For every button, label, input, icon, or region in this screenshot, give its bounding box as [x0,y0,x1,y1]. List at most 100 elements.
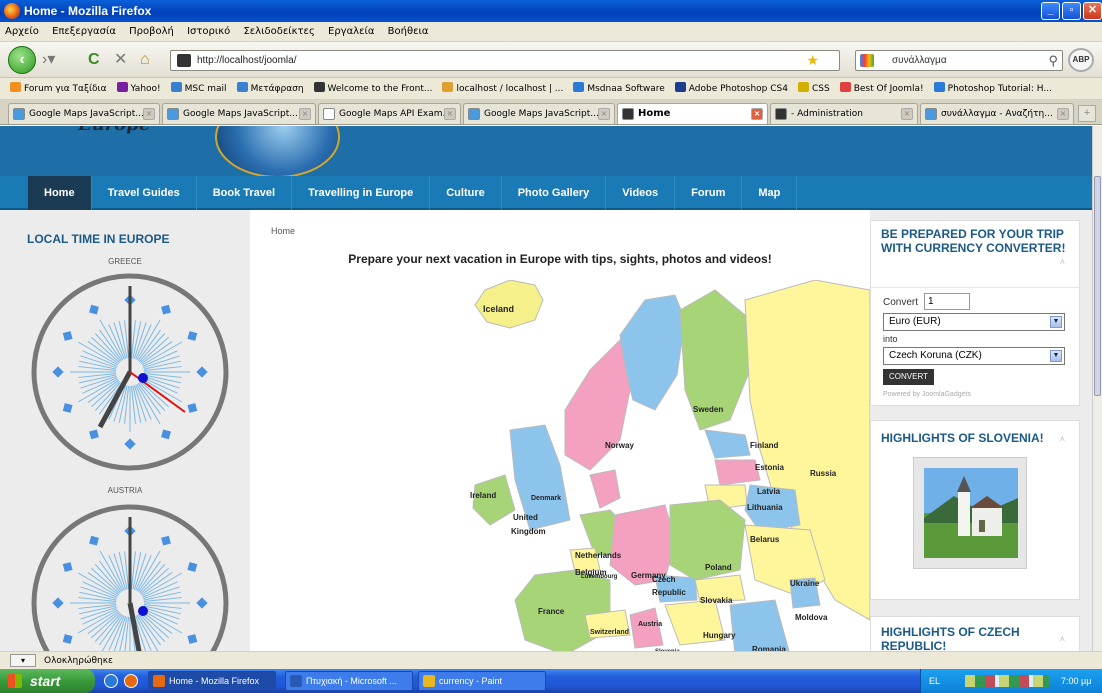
bookmark-item[interactable]: Photoshop Tutorial: H... [929,82,1052,94]
map-label[interactable]: Republic [652,588,686,597]
menu-file[interactable]: Αρχείο [5,26,39,37]
bookmark-item[interactable]: Yahoo! [112,82,161,94]
page-scrollbar[interactable] [1092,126,1102,651]
close-window-button[interactable]: ✕ [1083,2,1102,20]
convert-button[interactable]: CONVERT [883,369,934,385]
slovenia-photo[interactable] [913,457,1027,569]
map-label[interactable]: Moldova [795,613,828,622]
collapse-icon[interactable]: ˄ [1060,634,1065,644]
back-button[interactable]: ‹ [8,46,36,74]
map-label[interactable]: Ukraine [790,579,820,588]
bookmark-item[interactable]: localhost / localhost | ... [437,82,563,94]
map-label[interactable]: Switzerland [590,629,629,636]
nav-item-home[interactable]: Home [28,176,92,210]
menu-bookmarks[interactable]: Σελιδοδείκτες [243,26,314,37]
nav-item-travelling-in-europe[interactable]: Travelling in Europe [292,176,431,210]
bookmark-item[interactable]: Msdnaa Software [568,82,665,94]
chevron-down-icon[interactable]: ▼ [1050,350,1062,362]
maximize-button[interactable]: ▫ [1062,2,1081,20]
stop-icon[interactable]: ✕ [114,51,127,69]
browser-tab[interactable]: συνάλλαγμα - Αναζήτη... × [920,103,1074,124]
language-indicator[interactable]: EL [929,669,940,693]
bookmark-item[interactable]: Adobe Photoshop CS4 [670,82,788,94]
to-currency-select[interactable]: Czech Koruna (CZK) ▼ [883,347,1065,365]
map-label[interactable]: Denmark [531,495,561,502]
scrollbar-thumb[interactable] [1094,176,1101,396]
map-label[interactable]: Kingdom [511,527,546,536]
bookmark-star-icon[interactable]: ★ [806,51,819,70]
close-tab-icon[interactable]: × [1057,108,1069,120]
close-tab-icon[interactable]: × [901,108,913,120]
map-label[interactable]: France [538,607,565,616]
map-label[interactable]: Finland [750,441,779,450]
map-label[interactable]: Norway [605,441,634,450]
map-label[interactable]: Austria [638,621,662,628]
close-tab-icon[interactable]: × [143,108,155,120]
taskbar-item[interactable]: Home - Mozilla Firefox [148,671,276,691]
nav-item-culture[interactable]: Culture [430,176,502,210]
google-icon[interactable] [860,54,874,67]
collapse-icon[interactable]: ˄ [1060,257,1065,267]
map-label[interactable]: Russia [810,469,837,478]
map-label[interactable]: United [513,513,538,522]
close-tab-icon[interactable]: × [751,108,763,120]
europe-map[interactable]: Iceland Sweden Finland Norway Estonia Russia I… [415,280,870,651]
chevron-down-icon[interactable]: ▼ [1050,316,1062,328]
nav-item-forum[interactable]: Forum [675,176,743,210]
bookmark-item[interactable]: Welcome to the Front... [309,82,432,94]
close-tab-icon[interactable]: × [299,108,311,120]
map-label[interactable]: Slovakia [700,596,733,605]
nav-item-photo-gallery[interactable]: Photo Gallery [502,176,607,210]
new-tab-button[interactable]: + [1078,105,1096,122]
menu-edit[interactable]: Επεξεργασία [52,26,116,37]
map-label[interactable]: Netherlands [575,551,622,560]
tray-icons[interactable] [965,675,1049,687]
search-box[interactable]: συνάλλαγμα ⚲ [855,50,1063,71]
bookmark-item[interactable]: Μετάφραση [232,82,304,94]
powered-by-text[interactable]: Powered by JoomlaGadgets [883,391,971,398]
search-icon[interactable]: ⚲ [1048,51,1058,70]
map-label[interactable]: Sweden [693,405,723,414]
start-button[interactable]: start [0,669,95,693]
map-label[interactable]: Estonia [755,463,784,472]
map-label[interactable]: Czech [652,575,676,584]
firefox-quicklaunch-icon[interactable] [124,674,138,688]
map-label[interactable]: Luxembourg [581,574,618,580]
browser-tab[interactable]: Google Maps JavaScript... × [162,103,316,124]
taskbar-item[interactable]: currency - Paint [418,671,546,691]
menu-view[interactable]: Προβολή [129,26,174,37]
close-tab-icon[interactable]: × [598,108,610,120]
forward-button[interactable]: ›▾ [42,51,55,69]
map-label[interactable]: Lithuania [747,503,783,512]
map-label[interactable]: Belarus [750,535,780,544]
map-label[interactable]: Ireland [470,491,496,500]
bookmark-item[interactable]: MSC mail [166,82,227,94]
amount-input[interactable]: 1 [924,293,970,310]
minimize-button[interactable]: _ [1041,2,1060,20]
menu-history[interactable]: Ιστορικό [187,26,230,37]
map-label[interactable]: Hungary [703,631,736,640]
taskbar-item[interactable]: Πτυχιακή - Microsoft ... [285,671,413,691]
from-currency-select[interactable]: Euro (EUR) ▼ [883,313,1065,331]
menu-help[interactable]: Βοήθεια [388,26,429,37]
collapse-icon[interactable]: ˄ [1060,434,1065,444]
bookmark-item[interactable]: Best Of Joomla! [835,82,924,94]
browser-tab[interactable]: Google Maps JavaScript... × [8,103,160,124]
close-tab-icon[interactable]: × [444,108,456,120]
reload-icon[interactable]: C [88,51,100,69]
map-label[interactable]: Poland [705,563,732,572]
nav-item-book-travel[interactable]: Book Travel [197,176,293,210]
map-label[interactable]: Latvia [757,487,781,496]
nav-item-videos[interactable]: Videos [606,176,676,210]
browser-tab[interactable]: Google Maps JavaScript... × [463,103,615,124]
tab-home-active[interactable]: Home × [617,103,768,124]
bookmark-item[interactable]: CSS [793,82,830,94]
menu-tools[interactable]: Εργαλεία [328,26,374,37]
browser-tab[interactable]: Google Maps API Exam... × [318,103,461,124]
map-label[interactable]: Iceland [483,304,514,314]
breadcrumb[interactable]: Home [271,226,295,236]
adblock-icon[interactable]: ABP [1068,48,1094,72]
status-toggle-icon[interactable]: ▾ [10,654,36,667]
url-bar[interactable]: http://localhost/joomla/ ★ [170,50,840,71]
browser-tab[interactable]: - Administration × [770,103,918,124]
